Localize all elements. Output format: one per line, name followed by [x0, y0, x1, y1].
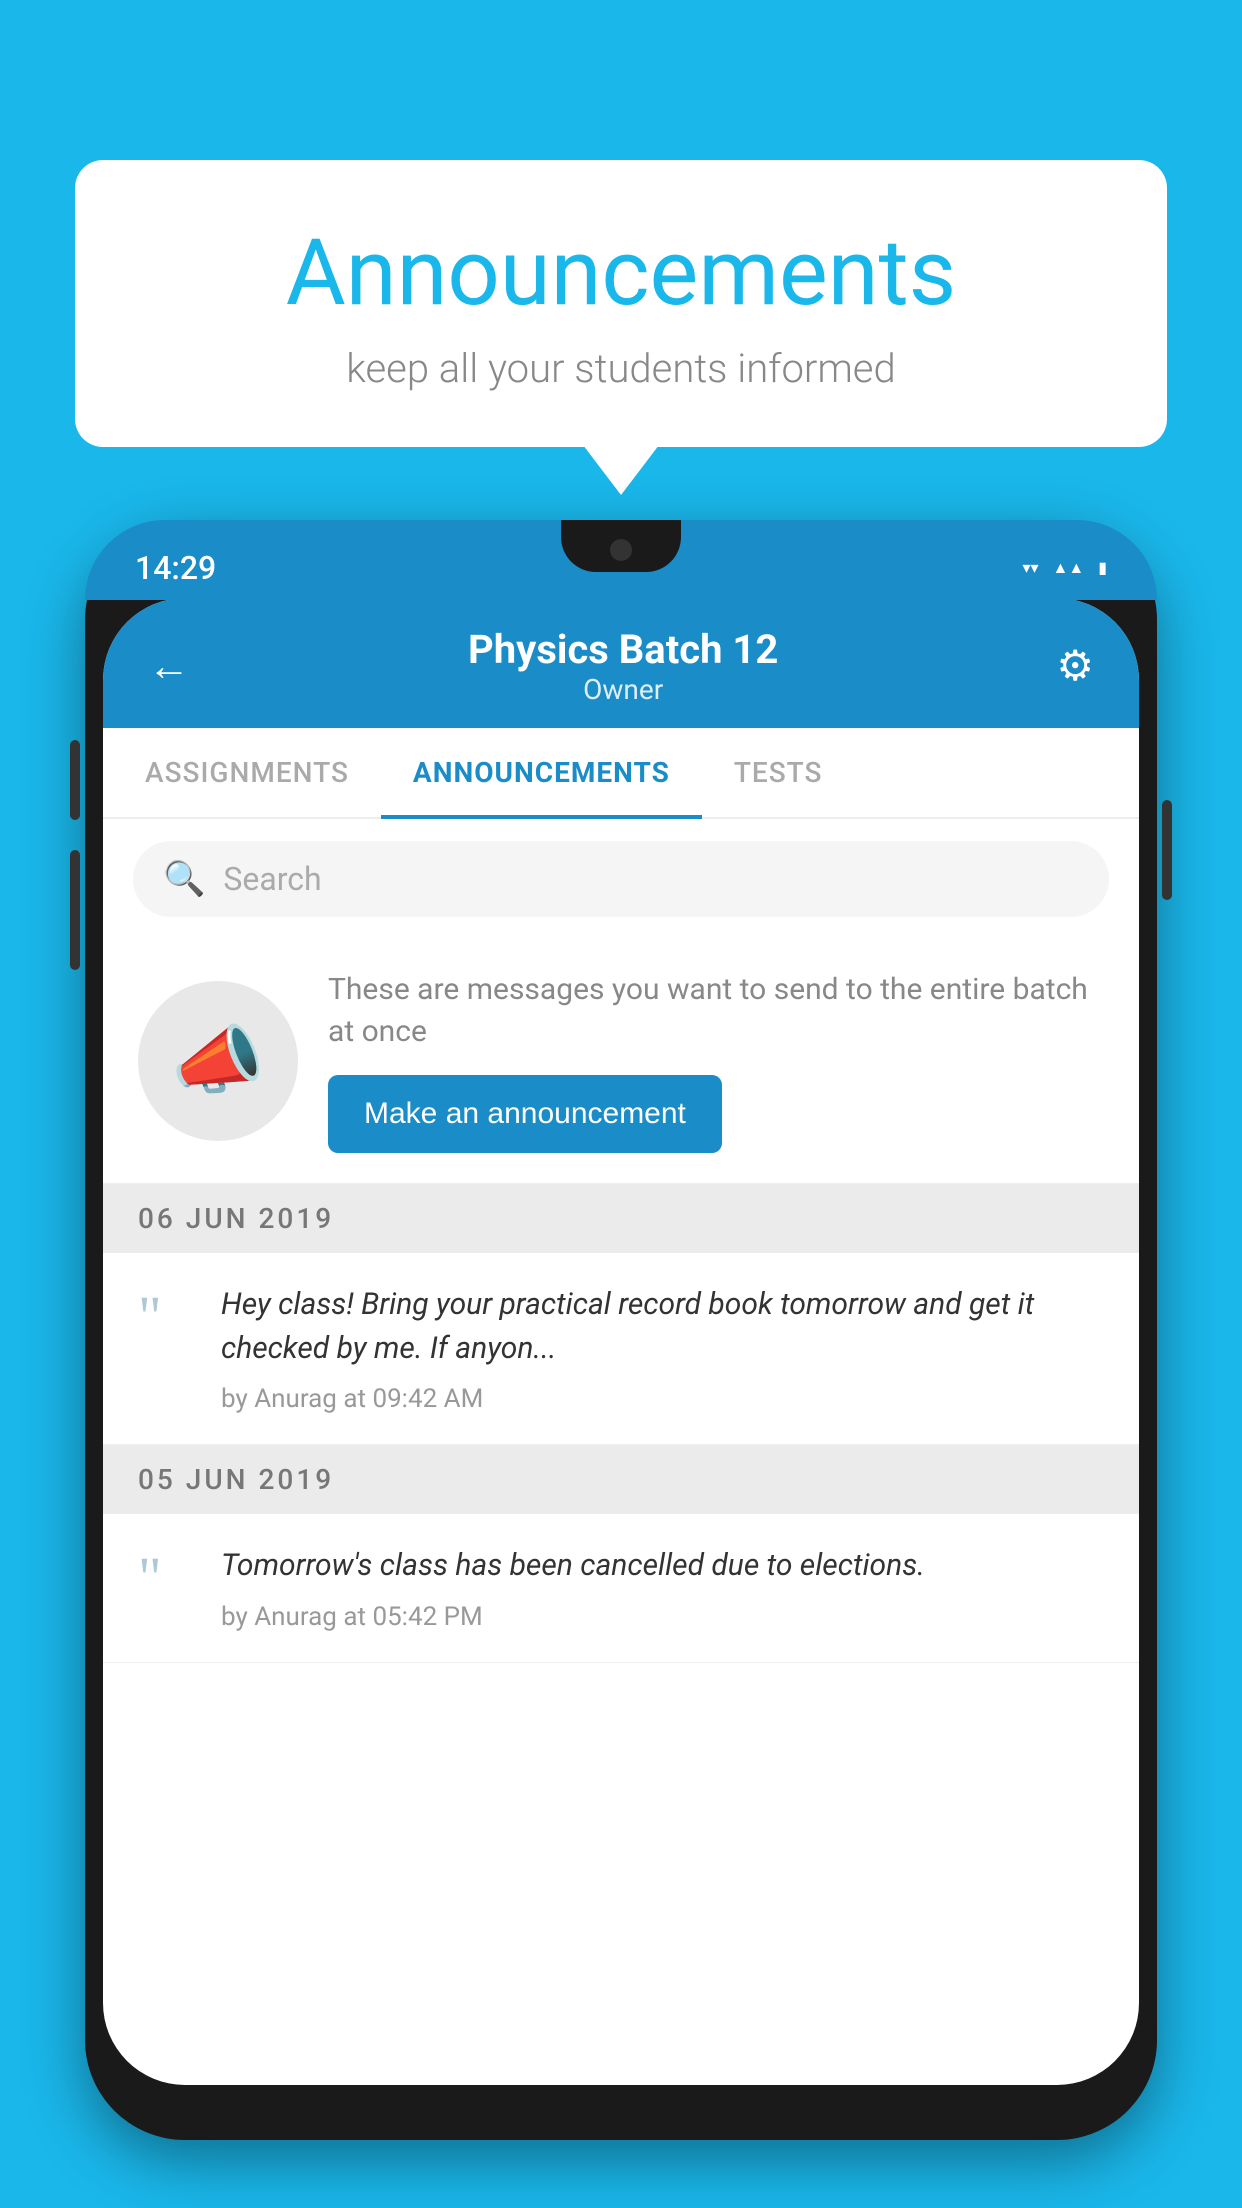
status-icons: ▾▾ ▲▲ ▮ — [1022, 558, 1107, 578]
announcement-text-2: Tomorrow's class has been cancelled due … — [221, 1544, 1104, 1588]
side-button-vol-up — [70, 740, 80, 820]
batch-title: Physics Batch 12 — [468, 626, 778, 673]
battery-icon: ▮ — [1098, 558, 1107, 577]
quote-icon-1: " — [138, 1288, 193, 1346]
phone-frame: 14:29 ▾▾ ▲▲ ▮ ← Physics Batch 12 Owner ⚙ — [85, 520, 1157, 2140]
make-announcement-button[interactable]: Make an announcement — [328, 1075, 722, 1153]
back-button[interactable]: ← — [148, 642, 190, 691]
quote-icon-2: " — [138, 1549, 193, 1607]
header-title-group: Physics Batch 12 Owner — [468, 626, 778, 706]
camera — [610, 539, 632, 561]
date-divider-june5: 05 JUN 2019 — [103, 1445, 1139, 1514]
side-button-power — [1162, 800, 1172, 900]
announcement-content-1: Hey class! Bring your practical record b… — [221, 1283, 1104, 1414]
search-icon: 🔍 — [163, 859, 205, 899]
side-button-vol-down — [70, 850, 80, 970]
megaphone-circle: 📣 — [138, 981, 298, 1141]
bubble-title: Announcements — [125, 220, 1117, 327]
tab-announcements[interactable]: ANNOUNCEMENTS — [381, 728, 702, 817]
app-header: ← Physics Batch 12 Owner ⚙ — [103, 598, 1139, 728]
tab-tests[interactable]: TESTS — [702, 728, 855, 817]
bubble-subtitle: keep all your students informed — [125, 345, 1117, 392]
settings-icon[interactable]: ⚙ — [1056, 641, 1094, 691]
announcement-content-2: Tomorrow's class has been cancelled due … — [221, 1544, 1104, 1632]
announcement-meta-1: by Anurag at 09:42 AM — [221, 1384, 1104, 1414]
signal-icon: ▲▲ — [1053, 558, 1085, 578]
status-time: 14:29 — [135, 549, 216, 587]
megaphone-icon: 📣 — [171, 1017, 264, 1105]
phone-notch — [561, 520, 681, 572]
speech-bubble-section: Announcements keep all your students inf… — [75, 160, 1167, 447]
wifi-icon: ▾▾ — [1022, 558, 1038, 577]
batch-role: Owner — [468, 673, 778, 706]
announcement-meta-2: by Anurag at 05:42 PM — [221, 1602, 1104, 1632]
search-bar[interactable]: 🔍 Search — [133, 841, 1109, 917]
prompt-right: These are messages you want to send to t… — [328, 969, 1104, 1153]
phone-screen: ← Physics Batch 12 Owner ⚙ ASSIGNMENTS A… — [103, 598, 1139, 2085]
date-divider-june6: 06 JUN 2019 — [103, 1184, 1139, 1253]
prompt-description: These are messages you want to send to t… — [328, 969, 1104, 1053]
announcement-text-1: Hey class! Bring your practical record b… — [221, 1283, 1104, 1370]
speech-bubble-card: Announcements keep all your students inf… — [75, 160, 1167, 447]
tab-assignments[interactable]: ASSIGNMENTS — [113, 728, 381, 817]
announcement-item-1: " Hey class! Bring your practical record… — [103, 1253, 1139, 1445]
announcement-item-2: " Tomorrow's class has been cancelled du… — [103, 1514, 1139, 1663]
phone-mockup: 14:29 ▾▾ ▲▲ ▮ ← Physics Batch 12 Owner ⚙ — [85, 520, 1157, 2208]
tabs-bar: ASSIGNMENTS ANNOUNCEMENTS TESTS — [103, 728, 1139, 819]
search-container: 🔍 Search — [103, 819, 1139, 939]
search-input[interactable]: Search — [223, 860, 321, 898]
announcement-prompt-section: 📣 These are messages you want to send to… — [103, 939, 1139, 1184]
